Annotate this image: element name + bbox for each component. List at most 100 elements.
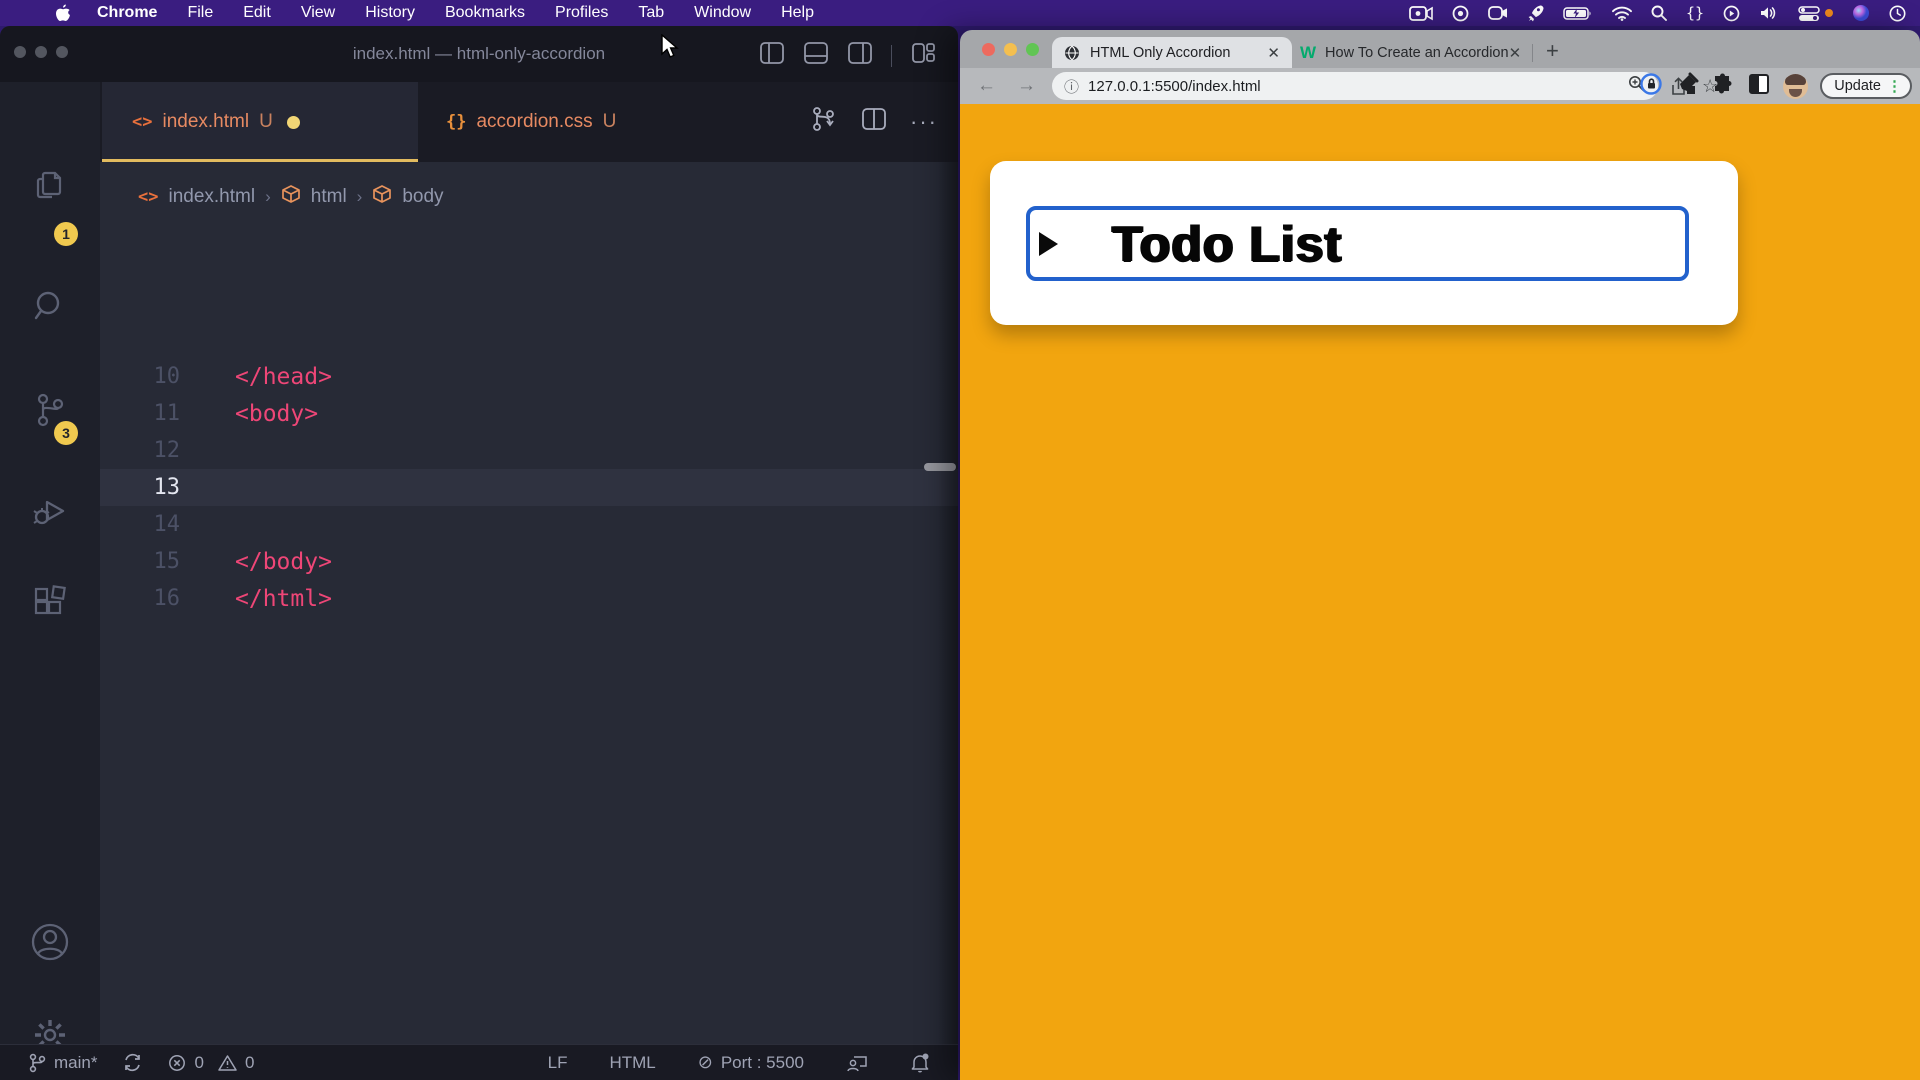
battery-icon[interactable] <box>1563 6 1593 21</box>
braces-menu-icon[interactable]: {} <box>1686 4 1704 22</box>
menu-item-tab[interactable]: Tab <box>638 4 664 22</box>
toggle-sidebar-icon[interactable] <box>759 40 785 71</box>
new-tab-button[interactable]: + <box>1546 38 1559 64</box>
tab-index-html[interactable]: <> index.html U <box>102 82 418 162</box>
tab-html-only-accordion[interactable]: HTML Only Accordion ✕ <box>1052 37 1292 68</box>
line-number: 12 <box>88 438 180 463</box>
unsaved-dot-icon[interactable] <box>287 116 300 129</box>
live-share-icon[interactable] <box>846 1053 868 1073</box>
language-mode[interactable]: HTML <box>609 1053 655 1073</box>
web-page: Todo List <box>960 104 1920 1080</box>
tab-title: How To Create an Accordion <box>1325 45 1509 61</box>
play-circle-icon[interactable] <box>1723 5 1740 22</box>
open-changes-icon[interactable] <box>808 104 838 139</box>
branch-name: main* <box>54 1053 97 1073</box>
breadcrumb[interactable]: <> index.html › html › body <box>138 184 444 210</box>
menu-item-edit[interactable]: Edit <box>243 4 271 22</box>
chrome-minimize-button[interactable] <box>1004 43 1017 56</box>
tab-title: HTML Only Accordion <box>1090 45 1267 61</box>
site-info-icon[interactable]: ⓘ <box>1064 76 1079 97</box>
menu-item-profiles[interactable]: Profiles <box>555 4 608 22</box>
colorpicker-extension-icon[interactable] <box>1675 72 1699 101</box>
url-text[interactable]: 127.0.0.1:5500/index.html <box>1088 78 1628 95</box>
tab-how-to-create-accordion[interactable]: W How To Create an Accordion ✕ <box>1300 37 1530 68</box>
wifi-icon[interactable] <box>1612 6 1632 21</box>
screen-record-icon[interactable] <box>1409 6 1433 21</box>
camera-icon[interactable] <box>1488 6 1508 20</box>
menu-item-file[interactable]: File <box>187 4 213 22</box>
breadcrumb-body[interactable]: body <box>402 186 443 208</box>
line-number: 13 <box>88 475 180 500</box>
code-line-13-active[interactable]: 13 <box>0 469 958 506</box>
menu-item-window[interactable]: Window <box>694 4 751 22</box>
menu-item-help[interactable]: Help <box>781 4 814 22</box>
chevron-right-icon: › <box>265 187 271 207</box>
profile-avatar[interactable] <box>1783 74 1808 99</box>
rocket-icon[interactable] <box>1527 4 1544 22</box>
tab-modified-flag: U <box>259 111 273 133</box>
html-file-icon: <> <box>138 187 158 207</box>
explorer-icon[interactable] <box>0 166 100 204</box>
breadcrumb-html[interactable]: html <box>311 186 347 208</box>
sync-icon[interactable] <box>123 1053 142 1072</box>
back-button[interactable]: ← <box>977 75 996 97</box>
code-line-10[interactable]: 10 </head> <box>0 358 958 395</box>
tab-close-icon[interactable]: ✕ <box>1267 44 1280 62</box>
code-text: </head> <box>235 364 332 390</box>
forward-button[interactable]: → <box>1017 75 1036 97</box>
record-dot-icon[interactable] <box>1452 5 1469 22</box>
toggle-panel-icon[interactable] <box>803 40 829 71</box>
live-server-port[interactable]: ⊘ Port : 5500 <box>698 1052 804 1073</box>
accordion-summary[interactable]: Todo List <box>1026 206 1689 281</box>
control-center-icon[interactable] <box>1798 6 1833 21</box>
update-button[interactable]: Update ⋮ <box>1820 73 1912 99</box>
problems-status[interactable]: 0 0 <box>168 1053 254 1073</box>
code-line-16[interactable]: 16 </html> <box>0 580 958 617</box>
chrome-close-button[interactable] <box>982 43 995 56</box>
eol-indicator[interactable]: LF <box>548 1053 568 1073</box>
clock-icon[interactable] <box>1889 5 1906 22</box>
more-actions-icon[interactable]: ··· <box>910 109 938 135</box>
line-number: 10 <box>88 364 180 389</box>
code-line-14[interactable]: 14 <box>0 506 958 543</box>
toggle-secondary-sidebar-icon[interactable] <box>847 40 873 71</box>
git-branch-status[interactable]: main* <box>28 1053 97 1073</box>
sash-handle[interactable] <box>924 463 956 471</box>
siri-icon[interactable] <box>1852 4 1870 22</box>
chrome-fullscreen-button[interactable] <box>1026 43 1039 56</box>
menu-dots-icon[interactable]: ⋮ <box>1887 77 1902 95</box>
adblock-extension-icon[interactable] <box>1639 72 1663 101</box>
account-icon[interactable] <box>0 920 100 964</box>
update-label: Update <box>1834 78 1881 94</box>
error-count: 0 <box>194 1053 203 1073</box>
html-file-icon: <> <box>132 112 152 132</box>
notifications-bell-icon[interactable] <box>910 1052 930 1073</box>
menu-item-history[interactable]: History <box>365 4 415 22</box>
darkreader-extension-icon[interactable] <box>1747 72 1771 101</box>
volume-icon[interactable] <box>1759 5 1779 21</box>
code-line-12[interactable]: 12 <box>0 432 958 469</box>
breadcrumb-file[interactable]: index.html <box>168 186 255 208</box>
split-editor-icon[interactable] <box>860 105 888 138</box>
symbol-cube-icon <box>372 184 392 210</box>
details-marker-icon[interactable] <box>1039 232 1058 256</box>
tab-separator <box>1532 44 1533 62</box>
search-icon[interactable] <box>0 287 100 327</box>
line-number: 16 <box>88 586 180 611</box>
accordion-title: Todo List <box>1112 215 1342 273</box>
menu-item-chrome[interactable]: Chrome <box>97 4 157 22</box>
line-number: 15 <box>88 549 180 574</box>
extensions-puzzle-icon[interactable] <box>1711 72 1735 101</box>
code-line-15[interactable]: 15 </body> <box>0 543 958 580</box>
chrome-window: HTML Only Accordion ✕ W How To Create an… <box>960 30 1920 1080</box>
tab-accordion-css[interactable]: {} accordion.css U <box>418 82 668 162</box>
chrome-toolbar: ← → ↻ ⓘ 127.0.0.1:5500/index.html ☆ <box>960 68 1920 104</box>
address-bar[interactable]: ⓘ 127.0.0.1:5500/index.html <box>1052 72 1658 100</box>
menu-item-bookmarks[interactable]: Bookmarks <box>445 4 525 22</box>
menu-item-view[interactable]: View <box>301 4 335 22</box>
apple-menu-icon[interactable] <box>55 4 71 22</box>
spotlight-search-icon[interactable] <box>1651 5 1667 21</box>
code-line-11[interactable]: 11 <body> <box>0 395 958 432</box>
tab-close-icon[interactable]: ✕ <box>1509 44 1522 62</box>
customize-layout-icon[interactable] <box>910 40 936 71</box>
